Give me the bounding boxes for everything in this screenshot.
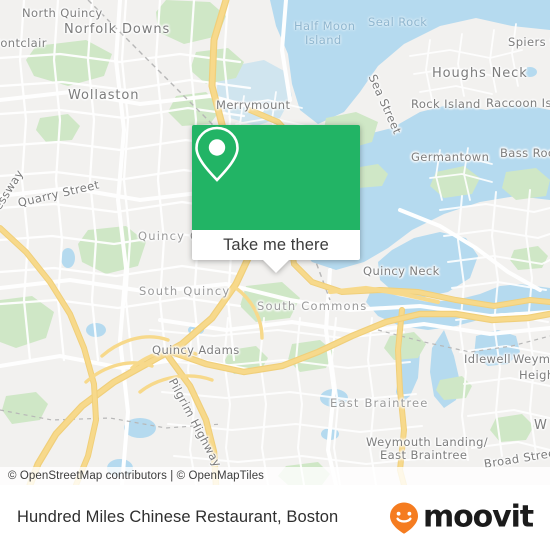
moovit-pin-icon — [389, 502, 418, 534]
footer-bar: Hundred Miles Chinese Restaurant, Boston… — [0, 485, 550, 550]
popup-cta-button[interactable]: Take me there — [192, 230, 360, 260]
moovit-wordmark: moovit — [422, 499, 534, 535]
moovit-logo[interactable]: moovit — [389, 499, 534, 535]
popup-cta-label: Take me there — [223, 235, 329, 254]
map-pin-icon — [195, 126, 239, 182]
popup-tail — [263, 260, 289, 273]
place-title: Hundred Miles Chinese Restaurant, Boston — [17, 508, 339, 526]
map-popup-callout[interactable]: Take me there — [192, 125, 360, 273]
map-attribution-bar: © OpenStreetMap contributors | © OpenMap… — [0, 467, 550, 485]
popup-header — [192, 125, 360, 230]
map-canvas[interactable]: North QuincyNorfolk DownsMontclairHalf M… — [0, 0, 550, 485]
map-screenshot: North QuincyNorfolk DownsMontclairHalf M… — [0, 0, 550, 550]
attribution-text[interactable]: © OpenStreetMap contributors | © OpenMap… — [0, 470, 264, 482]
